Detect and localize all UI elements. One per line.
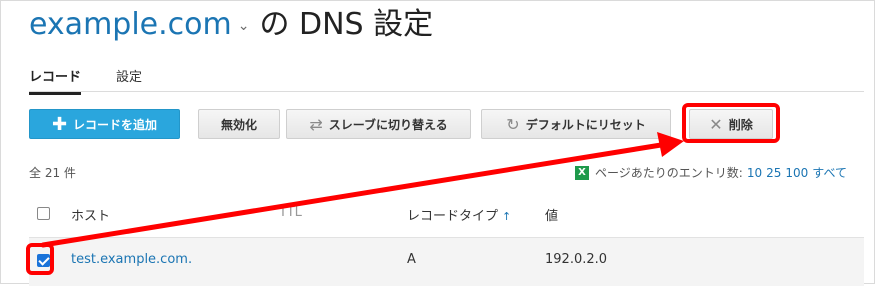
select-all-checkbox[interactable] (37, 207, 50, 220)
page-title-suffix: の DNS 設定 (259, 7, 434, 42)
column-record-type[interactable]: レコードタイプ ↑ (407, 205, 511, 224)
reset-default-button[interactable]: ↻ デフォルトにリセット (481, 109, 671, 139)
column-record-type-label: レコードタイプ (407, 209, 499, 224)
per-page-all[interactable]: すべて (812, 164, 847, 181)
disable-label: 無効化 (220, 117, 257, 132)
entries-per-page-label: ページあたりのエントリ数: (595, 166, 743, 180)
host-link[interactable]: test.example.com. (71, 252, 192, 267)
delete-highlight-box (682, 103, 780, 143)
tab-bar: レコード 設定 (29, 63, 864, 95)
table-header: ホスト TTL レコードタイプ ↑ 値 (29, 197, 864, 231)
sort-arrow-up-icon: ↑ (502, 210, 512, 223)
per-page-100[interactable]: 100 (785, 166, 808, 180)
reset-default-label: デフォルトにリセット (525, 117, 646, 132)
excel-export-icon[interactable]: X (575, 165, 589, 180)
record-type-cell: A (407, 252, 416, 267)
switch-slave-label: スレーブに切り替える (328, 117, 448, 132)
checkbox-highlight-box (26, 243, 54, 275)
column-ttl[interactable]: TTL (279, 205, 302, 220)
per-page-25[interactable]: 25 (766, 166, 781, 180)
tab-settings[interactable]: 設定 (116, 66, 142, 92)
table-row: test.example.com. A 192.0.2.0 (29, 237, 864, 286)
tab-records[interactable]: レコード (29, 66, 82, 95)
plus-icon: ✚ (51, 113, 68, 135)
domain-name[interactable]: example.com (29, 7, 232, 42)
chevron-down-icon[interactable]: ⌄ (238, 18, 250, 34)
entries-per-page: X ページあたりのエントリ数: 10 25 100 すべて (575, 164, 847, 181)
per-page-10[interactable]: 10 (747, 166, 762, 180)
switch-icon: ⇄ (309, 114, 323, 134)
add-record-label: レコードを追加 (73, 117, 158, 132)
value-cell: 192.0.2.0 (545, 252, 608, 267)
switch-slave-button[interactable]: ⇄ スレーブに切り替える (286, 109, 471, 139)
refresh-icon: ↻ (506, 114, 520, 134)
record-count: 全 21 件 (29, 166, 76, 180)
column-host[interactable]: ホスト (71, 205, 110, 224)
disable-button[interactable]: 無効化 (198, 109, 280, 139)
add-record-button[interactable]: ✚ レコードを追加 (29, 109, 180, 139)
page-title: example.com ⌄ の DNS 設定 (29, 3, 433, 47)
column-value[interactable]: 値 (545, 205, 558, 224)
